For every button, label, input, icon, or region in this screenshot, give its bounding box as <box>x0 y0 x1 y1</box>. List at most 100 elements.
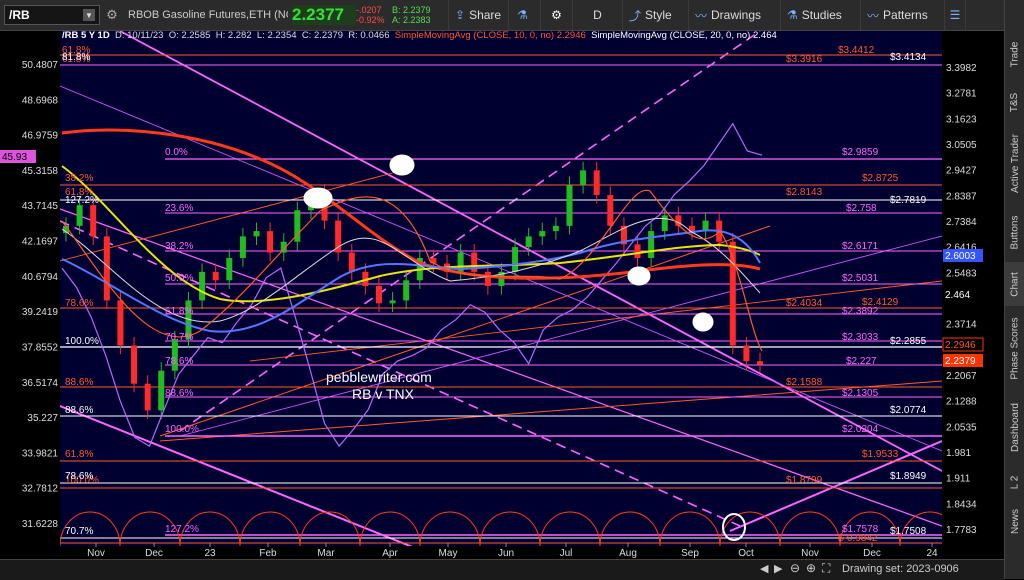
left-axis-tick: 37.8552 <box>22 342 59 353</box>
tab-chart[interactable]: Chart <box>1005 262 1024 306</box>
share-button[interactable]: ⇪ Share <box>448 0 508 30</box>
zoom-in-icon[interactable]: ⊕ <box>806 561 816 575</box>
right-axis-tick: 2.1288 <box>946 397 977 408</box>
tab-phase-scores[interactable]: Phase Scores <box>1005 308 1024 388</box>
legend-sma20: SimpleMovingAvg (CLOSE, 20, 0, no) <box>591 30 751 41</box>
fib-pct-label: 100.0% <box>165 424 199 435</box>
pivot-marker <box>692 312 714 332</box>
zoom-out-icon[interactable]: ⊖ <box>790 561 800 575</box>
drawings-icon: 〰 <box>695 8 708 23</box>
legend-open: O: 2.2585 <box>168 30 211 41</box>
price-chart[interactable]: $3.4412 61.8% 0.0% $2.9859 23.6% $2.758 … <box>0 31 1004 559</box>
fit-icon[interactable]: ⛶ <box>822 561 830 576</box>
left-axis-tick: 45.3158 <box>22 166 59 177</box>
fib-pct-label: 61.8% <box>165 306 193 317</box>
beaker-button[interactable]: ⚗ <box>508 0 540 30</box>
left-axis-tick: 35.227 <box>27 413 58 424</box>
left-axis-tag: 45.93 <box>0 150 36 163</box>
left-tag-label: 45.93 <box>2 152 27 163</box>
studies-button[interactable]: ⚗ Studies <box>780 0 860 30</box>
candle-body <box>199 271 206 301</box>
studies-icon: ⚗ <box>787 8 798 22</box>
fib-price-label: $1.7508 <box>890 526 927 537</box>
fib-price-label: $2.3033 <box>842 332 879 343</box>
right-axis-tick: 3.0505 <box>946 140 977 151</box>
date-tick-label: Feb <box>259 548 277 559</box>
fib-pct-label: 127.2% <box>65 195 99 206</box>
tab-active-trader-label: Active Trader <box>1009 133 1021 193</box>
legend-close: C: 2.2379 <box>301 30 344 41</box>
drawings-button[interactable]: 〰 Drawings <box>688 0 780 30</box>
last-price: 2.2377 <box>292 5 356 25</box>
legend-date: D: 10/11/23 <box>114 30 164 41</box>
left-axis-tick: 36.5174 <box>22 378 59 389</box>
tab-l2[interactable]: L 2 <box>1005 464 1024 500</box>
drawings-label: Drawings <box>711 8 762 22</box>
tab-buttons-label: Buttons <box>1009 215 1021 249</box>
left-axis-tick: 32.7812 <box>22 484 59 495</box>
fib-price-label: $2.1588 <box>786 377 823 388</box>
price-change: -.0207 -0.92% <box>356 5 392 25</box>
symbol-selector[interactable]: /RB ▼ <box>4 5 100 25</box>
date-tick-label: Oct <box>738 548 754 559</box>
fib-pct-label: 23.6% <box>165 203 193 214</box>
candle-body <box>90 205 97 237</box>
right-axis-tick: 2.3714 <box>946 320 977 331</box>
legend-sma20-value: 2.464 <box>753 30 777 41</box>
right-axis-tick: 2.5483 <box>946 268 977 279</box>
drawing-set-label[interactable]: Drawing set: 2023-0906 <box>842 563 959 575</box>
legend-low: L: 2.2354 <box>256 30 297 41</box>
left-axis-tick: 43.7145 <box>22 201 59 212</box>
tab-active-trader[interactable]: Active Trader <box>1005 124 1024 202</box>
right-axis-tick: 1.8434 <box>946 499 977 510</box>
right-axis-tick: 2.9427 <box>946 166 977 177</box>
candle-body <box>403 280 410 301</box>
tab-dashboard[interactable]: Dashboard <box>1005 392 1024 462</box>
chart-settings-button[interactable]: ⚙ <box>540 0 572 30</box>
chart-legend: /RB 5 Y 1D D: 10/11/23 O: 2.2585 H: 2.28… <box>62 30 777 42</box>
right-axis-tick: 3.2781 <box>946 89 977 100</box>
right-axis-tick: 2.2067 <box>946 371 977 382</box>
candle-body <box>593 170 600 196</box>
date-tick-label: Nov <box>87 548 105 559</box>
date-tick-label: Nov <box>801 548 819 559</box>
symbol-settings-icon[interactable]: ⚙ <box>104 7 120 23</box>
tab-buttons[interactable]: Buttons <box>1005 204 1024 260</box>
fib-price-label: $3.4412 <box>838 45 875 56</box>
symbol-description: RBOB Gasoline Futures,ETH (NOV 23) <box>128 9 288 21</box>
fib-pct-label: 78.6% <box>65 298 93 309</box>
candle-body <box>212 271 219 281</box>
candle-body <box>253 231 260 237</box>
tab-news[interactable]: News <box>1005 502 1024 540</box>
candle-body <box>525 236 532 248</box>
change-value: -.0207 <box>356 5 382 15</box>
tab-news-label: News <box>1009 508 1021 534</box>
candle-body <box>239 236 246 259</box>
date-tick-label: 24 <box>926 548 938 559</box>
fib-pct-label: 38.2% <box>165 241 193 252</box>
tab-ts[interactable]: T&S <box>1005 80 1024 124</box>
patterns-button[interactable]: 〰 Patterns <box>860 0 944 30</box>
more-button[interactable]: ☰ <box>944 0 966 30</box>
right-axis-tick: 2.7384 <box>946 217 977 228</box>
right-axis-tick: 1.981 <box>946 448 971 459</box>
chevron-down-icon[interactable]: ▼ <box>83 9 95 21</box>
fib-pct-label: 70.7% <box>65 526 93 537</box>
watermark-site: pebblewriter.com <box>326 369 432 385</box>
style-button[interactable]: ⤴ Style <box>622 0 688 30</box>
pan-left-icon[interactable]: ◀ <box>760 562 768 575</box>
pivot-marker <box>303 187 333 209</box>
candle-body <box>131 345 138 384</box>
left-axis-tick: 48.6968 <box>22 95 59 106</box>
date-tick-label: Apr <box>382 548 398 559</box>
period-button[interactable]: D <box>572 0 622 30</box>
left-axis-tick: 33.9821 <box>22 448 59 459</box>
date-tick-label: Jul <box>560 548 573 559</box>
tab-trade[interactable]: Trade <box>1005 30 1024 78</box>
right-axis-tick: 3.3982 <box>946 63 977 74</box>
studies-label: Studies <box>801 8 842 22</box>
fib-price-label: $2.0204 <box>842 424 879 435</box>
candle-body <box>648 231 655 259</box>
pan-right-icon[interactable]: ▶ <box>774 562 782 575</box>
price-tag-label: 2.2946 <box>945 340 976 351</box>
